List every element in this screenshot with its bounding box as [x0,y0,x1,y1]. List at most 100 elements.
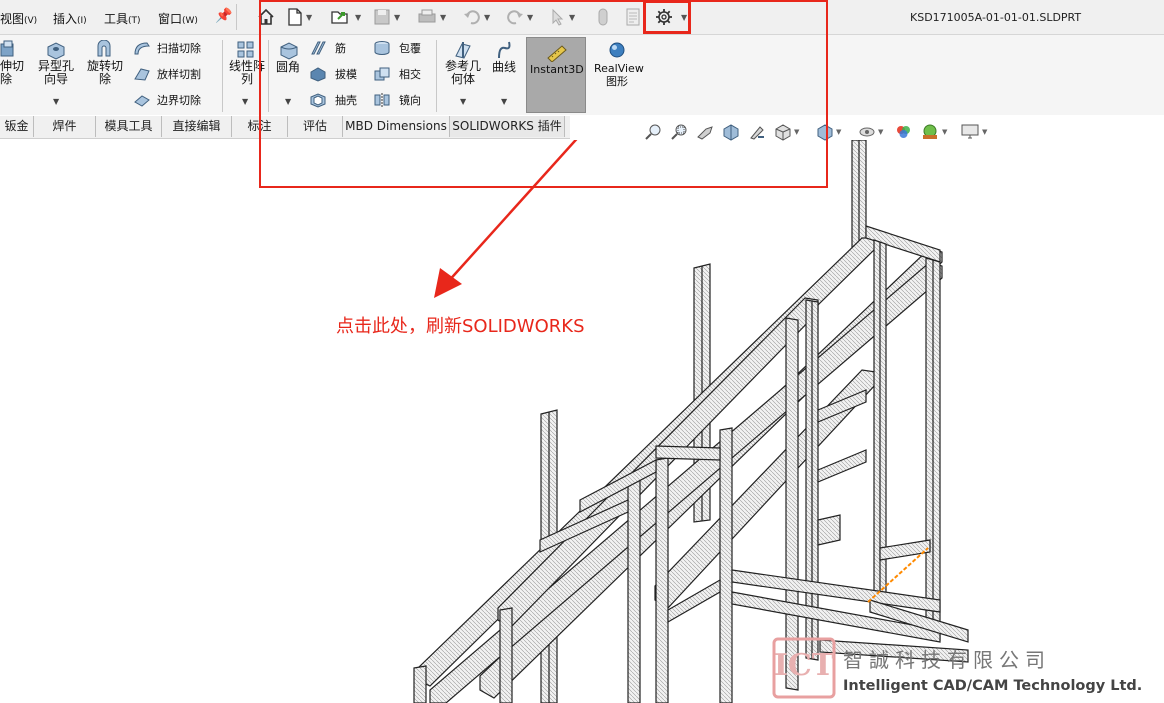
zoom-to-fit-icon [645,124,661,140]
chevron-down-icon[interactable]: ▼ [527,13,533,22]
rib-button[interactable]: 筋 [335,42,346,55]
hide-show-items-button[interactable]: ▼ [858,122,883,142]
save-button[interactable]: ▼ [373,6,400,28]
shell-button[interactable]: 抽壳 [335,94,357,107]
curves-button[interactable]: 曲线 [492,61,516,74]
tab-evaluate[interactable]: 评估 [288,116,343,137]
menu-window[interactable]: 窗口(W) [158,10,198,27]
hide-show-icon [859,127,875,137]
dynamic-annotation-button[interactable] [748,122,766,142]
options-button[interactable]: ▼ [655,6,687,28]
display-style-button[interactable]: ▼ [816,122,841,142]
undo-button[interactable]: ▼ [463,6,490,28]
new-document-button[interactable]: ▼ [287,6,312,28]
zoom-to-area-button[interactable] [670,122,688,142]
revolved-cut-icon [97,40,111,57]
chevron-down-icon[interactable]: ▼ [501,97,507,106]
chevron-down-icon[interactable]: ▼ [484,13,490,22]
callout-arrow [434,140,578,298]
boundary-cut-button[interactable]: 边界切除 [157,94,201,107]
tab-direct-editing[interactable]: 直接编辑 [162,116,232,137]
mirror-button[interactable]: 镜向 [399,94,421,107]
chevron-down-icon[interactable]: ▼ [440,13,446,22]
realview-graphics-button[interactable]: RealView 图形 [594,62,644,88]
redo-button[interactable]: ▼ [506,6,533,28]
linear-pattern-icon [237,41,254,58]
chevron-down-icon[interactable]: ▼ [878,128,883,136]
redo-icon [507,10,523,25]
chevron-down-icon[interactable]: ▼ [836,128,841,136]
chevron-down-icon[interactable]: ▼ [394,13,400,22]
chevron-down-icon[interactable]: ▼ [794,128,799,136]
zoom-to-fit-button[interactable] [644,122,662,142]
file-properties-icon [626,8,640,26]
intersect-button[interactable]: 相交 [399,68,421,81]
graphics-area[interactable] [0,140,1164,703]
chevron-down-icon[interactable]: ▼ [982,128,987,136]
scene-icon [923,124,937,139]
tab-sheet-metal[interactable]: 钣金 [0,116,34,137]
apply-scene-button[interactable]: ▼ [920,122,947,142]
hole-wizard-button[interactable]: 异型孔 向导 [36,60,76,86]
chevron-down-icon[interactable]: ▼ [681,13,687,22]
chevron-down-icon[interactable]: ▼ [569,13,575,22]
new-document-icon [288,8,302,26]
monitor-icon [961,124,979,139]
view-orientation-button[interactable]: ▼ [774,122,799,142]
logo-mark-text: ICT [774,648,835,683]
tab-markup[interactable]: 标注 [232,116,288,137]
extruded-cut-icon [0,40,14,57]
reference-geometry-button[interactable]: 参考几 何体 [443,60,483,86]
rebuild-icon [598,8,608,26]
view-settings-button[interactable]: ▼ [960,122,987,142]
edit-appearance-button[interactable] [894,122,914,142]
chevron-down-icon[interactable]: ▼ [242,97,248,106]
section-view-button[interactable] [722,122,740,142]
pin-icon[interactable]: 📌 [215,8,232,24]
instant3d-icon [547,45,567,62]
previous-view-button[interactable] [696,122,714,142]
tab-mold-tools[interactable]: 模具工具 [96,116,162,137]
chevron-down-icon[interactable]: ▼ [355,13,361,22]
instant3d-label: Instant3D [530,63,584,76]
dynamic-annotation-icon [750,126,764,140]
menu-tools[interactable]: 工具(T) [104,10,141,27]
section-view-icon [723,124,739,141]
lofted-cut-button[interactable]: 放样切割 [157,68,201,81]
display-style-icon [817,124,833,141]
swept-cut-button[interactable]: 扫描切除 [157,42,201,55]
draft-button[interactable]: 拔模 [335,68,357,81]
wrap-icon [374,41,390,55]
chevron-down-icon[interactable]: ▼ [306,13,312,22]
chevron-down-icon[interactable]: ▼ [53,97,59,106]
menu-view[interactable]: 视图(V) [0,10,37,27]
view-orientation-icon [775,124,791,141]
zoom-to-area-icon [671,124,687,140]
company-logo: ICT [772,637,836,699]
file-properties-button[interactable] [624,6,642,28]
tab-mbd-dimensions[interactable]: MBD Dimensions [343,116,450,137]
wrap-button[interactable]: 包覆 [399,42,421,55]
options-gear-icon [656,9,672,25]
home-button[interactable] [256,6,276,28]
chevron-down-icon[interactable]: ▼ [460,97,466,106]
print-button[interactable]: ▼ [417,6,446,28]
menu-insert[interactable]: 插入(I) [53,10,87,27]
open-icon [331,11,348,24]
tab-weldments[interactable]: 焊件 [34,116,96,137]
frame-model [413,140,969,703]
select-button[interactable]: ▼ [550,6,575,28]
hole-wizard-icon [47,42,65,60]
rib-icon [311,41,326,55]
rebuild-button[interactable] [596,6,610,28]
fillet-button[interactable]: 圆角 [276,61,300,74]
lofted-cut-icon [134,68,150,81]
extruded-cut-button[interactable]: 伸切除 [0,60,24,86]
fillet-icon [280,42,298,60]
chevron-down-icon[interactable]: ▼ [942,128,947,136]
chevron-down-icon[interactable]: ▼ [285,97,291,106]
linear-pattern-button[interactable]: 线性阵列 [227,60,267,86]
open-button[interactable]: ▼ [330,6,361,28]
revolved-cut-button[interactable]: 旋转切除 [85,60,125,86]
tab-solidworks-addins[interactable]: SOLIDWORKS 插件 [450,116,565,137]
